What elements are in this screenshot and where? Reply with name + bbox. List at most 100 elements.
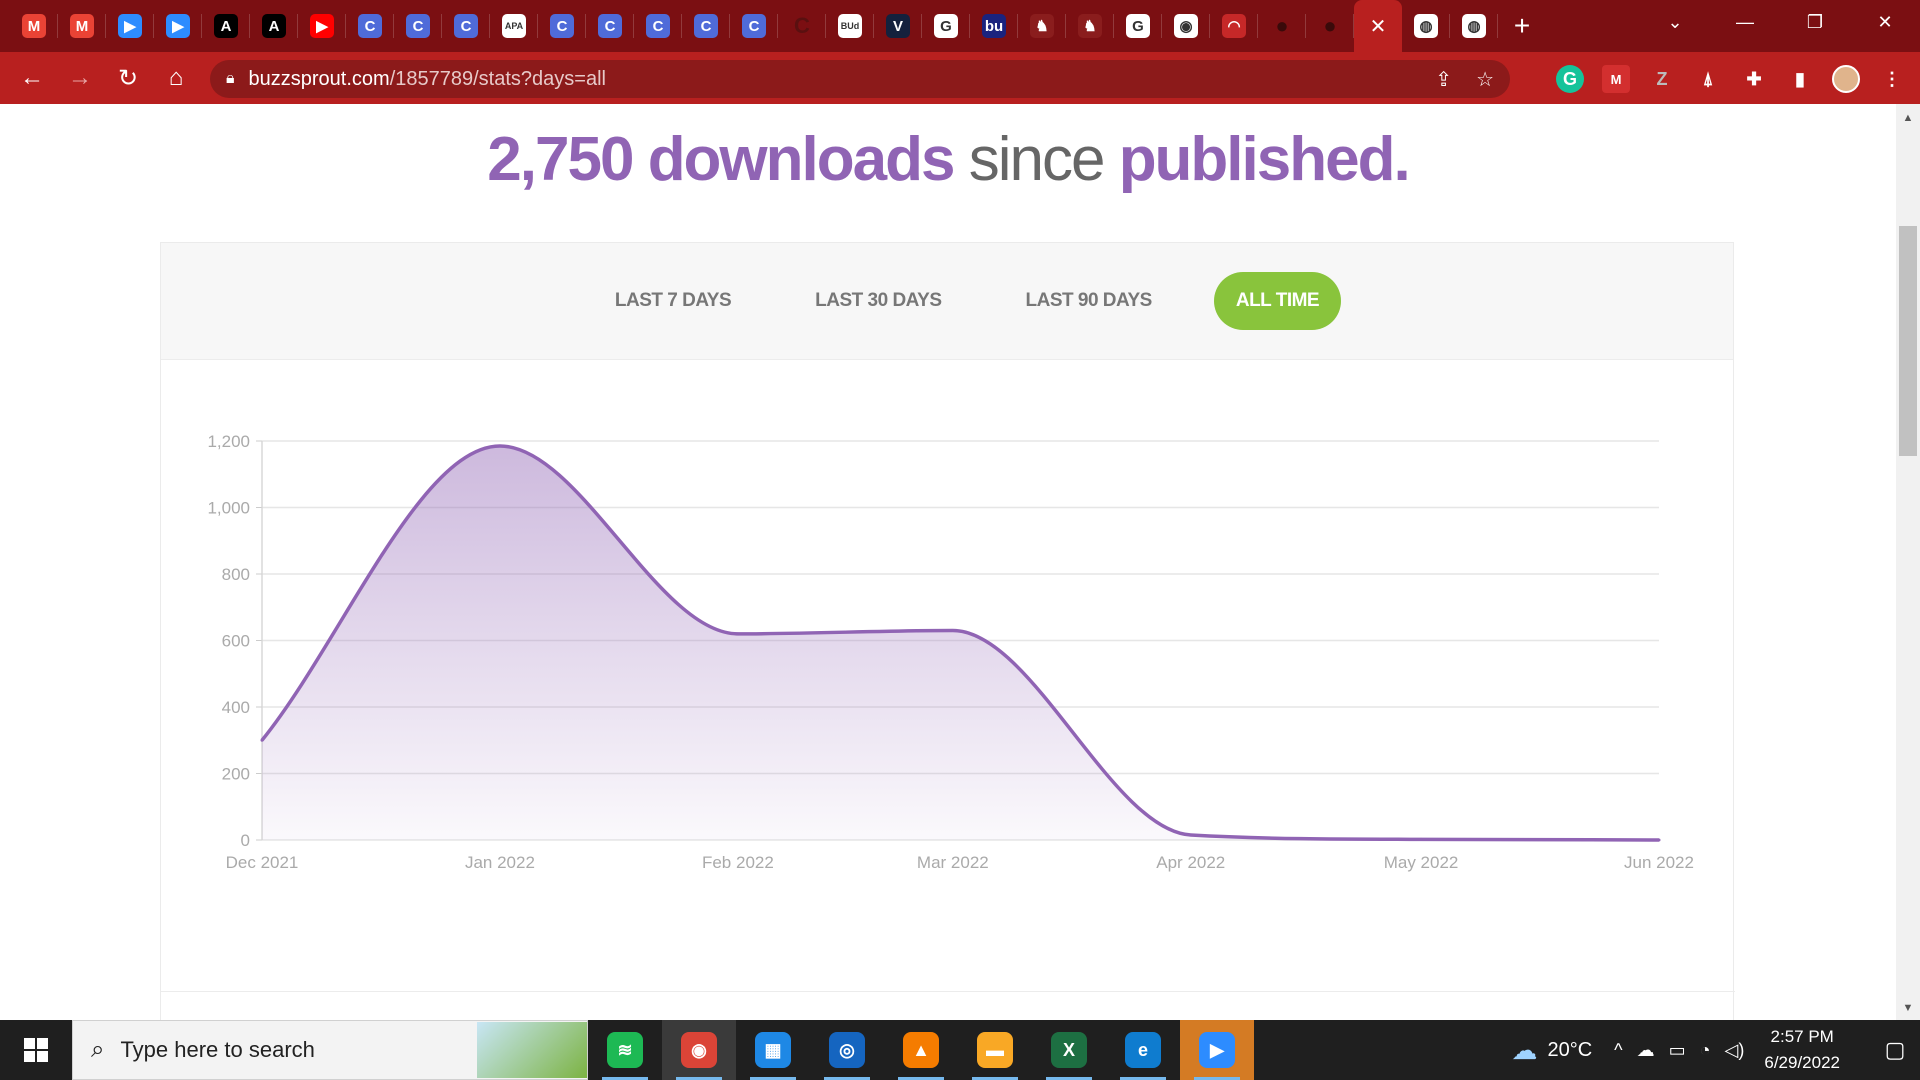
- data-point[interactable]: [260, 738, 264, 742]
- data-point[interactable]: [1189, 833, 1193, 837]
- bookmark-star-icon[interactable]: ☆: [1476, 67, 1494, 92]
- tab-18[interactable]: V: [874, 0, 922, 52]
- taskbar-app-vlc[interactable]: ▲: [884, 1020, 958, 1080]
- spartan-icon: ♞: [1030, 14, 1054, 38]
- tab-27[interactable]: ●: [1306, 0, 1354, 52]
- tab-26[interactable]: ●: [1258, 0, 1306, 52]
- tab-a1[interactable]: ◍: [1450, 0, 1498, 52]
- tab-2[interactable]: ▶: [106, 0, 154, 52]
- tab-8[interactable]: C: [394, 0, 442, 52]
- chevron-up-icon[interactable]: ^: [1614, 1040, 1622, 1061]
- tab-13[interactable]: C: [634, 0, 682, 52]
- tab-25[interactable]: ◠: [1210, 0, 1258, 52]
- start-button[interactable]: [0, 1020, 72, 1080]
- range-button-all-time[interactable]: ALL TIME: [1213, 272, 1342, 330]
- battery-icon[interactable]: ▭: [1669, 1040, 1686, 1061]
- clock[interactable]: 2:57 PM 6/29/2022: [1764, 1024, 1840, 1076]
- tab-15[interactable]: C: [730, 0, 778, 52]
- tab-6[interactable]: ▶: [298, 0, 346, 52]
- tab-12[interactable]: C: [586, 0, 634, 52]
- grammarly-extension-icon[interactable]: G: [1556, 65, 1584, 93]
- tab-24[interactable]: ◉: [1162, 0, 1210, 52]
- url-text[interactable]: buzzsprout.com/1857789/stats?days=all: [249, 68, 606, 91]
- taskbar-app-spotify[interactable]: ≋: [588, 1020, 662, 1080]
- minimize-icon[interactable]: —: [1710, 12, 1780, 33]
- scroll-down-icon[interactable]: ▼: [1896, 1002, 1920, 1014]
- wifi-icon[interactable]: ◔: [1700, 1040, 1711, 1061]
- new-tab-button[interactable]: +: [1498, 0, 1546, 52]
- tab-16[interactable]: C: [778, 0, 826, 52]
- tab-list: M M ▶ ▶ A A ▶ C C C APA C C C C C C BUd V Gbu ♞ ♞ G ◉ ◠ ● ● ✕ ◍ ◍ +: [0, 0, 1546, 52]
- side-panel-icon[interactable]: ▮: [1786, 65, 1814, 93]
- share-icon[interactable]: ⇪: [1435, 67, 1452, 92]
- scrollbar-thumb[interactable]: [1899, 226, 1917, 456]
- mendeley-extension-icon[interactable]: M: [1602, 65, 1630, 93]
- tab-14[interactable]: C: [682, 0, 730, 52]
- scholar-extension-icon[interactable]: ⍋: [1694, 65, 1722, 93]
- page-scrollbar[interactable]: ▲ ▼: [1896, 104, 1920, 1020]
- tab-19[interactable]: G: [922, 0, 970, 52]
- taskbar-app-webcam[interactable]: ◎: [810, 1020, 884, 1080]
- scroll-up-icon[interactable]: ▲: [1896, 112, 1920, 124]
- extensions-bar: G M Z ⍋ ✚ ▮ ⋮: [1556, 60, 1906, 98]
- card-divider: [161, 991, 1735, 992]
- menu-kebab-icon[interactable]: ⋮: [1878, 65, 1906, 93]
- onedrive-icon[interactable]: ☁: [1637, 1040, 1655, 1061]
- tab-7[interactable]: C: [346, 0, 394, 52]
- windows-taskbar: ⌕ Type here to search ≋ ◉ ▦ ◎ ▲ ▬ Xe ▶ ☁ 20°C ^…: [0, 1020, 1920, 1080]
- data-point[interactable]: [498, 444, 502, 448]
- range-button-last-90-days[interactable]: LAST 90 DAYS: [1004, 272, 1174, 330]
- reload-icon[interactable]: ↻: [104, 52, 152, 104]
- close-window-icon[interactable]: ✕: [1850, 12, 1920, 33]
- taskbar-app-chrome[interactable]: ◉: [662, 1020, 736, 1080]
- tab-21[interactable]: ♞: [1018, 0, 1066, 52]
- tab-search-chevron-icon[interactable]: ⌄: [1640, 12, 1710, 33]
- tab-22[interactable]: ♞: [1066, 0, 1114, 52]
- taskbar-app-edge[interactable]: e: [1106, 1020, 1180, 1080]
- lock-icon[interactable]: 🔒︎: [226, 70, 235, 88]
- close-tab-icon[interactable]: ✕: [1370, 14, 1387, 39]
- tab-4[interactable]: A: [202, 0, 250, 52]
- c-circle-icon: C: [454, 14, 478, 38]
- data-point[interactable]: [736, 632, 740, 636]
- tab-11[interactable]: C: [538, 0, 586, 52]
- tab-20[interactable]: bu: [970, 0, 1018, 52]
- y-tick-label: 800: [222, 565, 250, 584]
- notifications-icon[interactable]: ▢: [1870, 1037, 1920, 1063]
- home-icon[interactable]: ⌂: [152, 52, 200, 104]
- tab-3[interactable]: ▶: [154, 0, 202, 52]
- x-tick-label: Mar 2022: [917, 853, 989, 872]
- tab-1[interactable]: M: [58, 0, 106, 52]
- weather-widget[interactable]: ☁ 20°C: [1511, 1035, 1592, 1066]
- volume-icon[interactable]: ◁): [1725, 1040, 1745, 1061]
- data-point[interactable]: [951, 629, 955, 633]
- taskbar-search[interactable]: ⌕ Type here to search: [72, 1020, 588, 1080]
- taskbar-app-calendar[interactable]: ▦: [736, 1020, 810, 1080]
- taskbar-app-file-explorer[interactable]: ▬: [958, 1020, 1032, 1080]
- address-bar[interactable]: 🔒︎ buzzsprout.com/1857789/stats?days=all…: [210, 60, 1510, 98]
- downloads-headline: 2,750 downloads since published.: [0, 124, 1896, 195]
- restore-icon[interactable]: ❐: [1780, 12, 1850, 33]
- data-point[interactable]: [1657, 838, 1661, 842]
- tab-17[interactable]: BUd: [826, 0, 874, 52]
- forward-arrow-icon[interactable]: →: [56, 52, 104, 104]
- back-arrow-icon[interactable]: ←: [8, 52, 56, 104]
- extensions-puzzle-icon[interactable]: ✚: [1740, 65, 1768, 93]
- profile-avatar[interactable]: [1832, 65, 1860, 93]
- taskbar-app-excel[interactable]: X: [1032, 1020, 1106, 1080]
- range-button-last-30-days[interactable]: LAST 30 DAYS: [793, 272, 963, 330]
- taskbar-app-zoom[interactable]: ▶: [1180, 1020, 1254, 1080]
- tab-a0[interactable]: ◍: [1402, 0, 1450, 52]
- since-word: since: [968, 125, 1106, 194]
- zotero-extension-icon[interactable]: Z: [1648, 65, 1676, 93]
- tab-0[interactable]: M: [10, 0, 58, 52]
- tab-9[interactable]: C: [442, 0, 490, 52]
- tab-23[interactable]: G: [1114, 0, 1162, 52]
- range-button-last-7-days[interactable]: LAST 7 DAYS: [593, 272, 753, 330]
- tab-5[interactable]: A: [250, 0, 298, 52]
- edge-icon: e: [1125, 1032, 1161, 1068]
- clock-time: 2:57 PM: [1770, 1027, 1834, 1046]
- data-point[interactable]: [1419, 837, 1423, 841]
- tab-10[interactable]: APA: [490, 0, 538, 52]
- tab-active-buzzsprout[interactable]: ✕: [1354, 0, 1402, 52]
